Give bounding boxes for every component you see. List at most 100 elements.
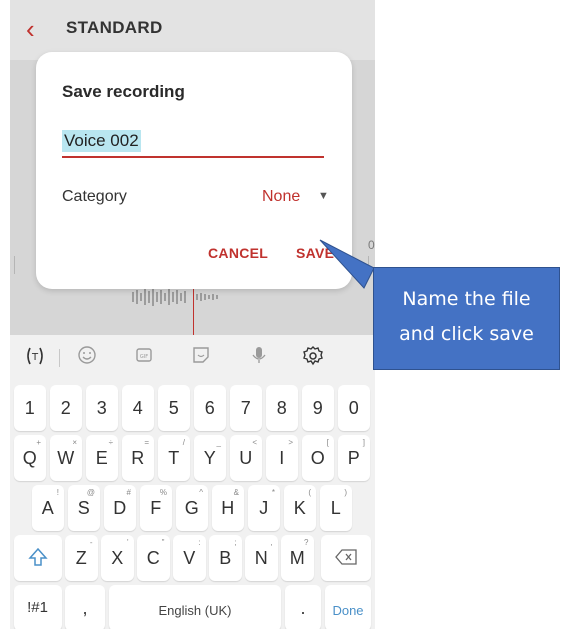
key-label: 9 xyxy=(312,398,323,418)
key-label: J xyxy=(259,498,269,518)
key-5[interactable]: 5 xyxy=(157,385,190,431)
key-alt-label: ' xyxy=(126,538,129,547)
cancel-button[interactable]: CANCEL xyxy=(208,245,268,261)
key-alt-label: ? xyxy=(304,538,309,547)
key-v[interactable]: V: xyxy=(173,535,206,581)
key-8[interactable]: 8 xyxy=(265,385,298,431)
microphone-icon[interactable] xyxy=(246,345,272,371)
emoji-icon[interactable] xyxy=(74,345,100,371)
key-j[interactable]: J * xyxy=(247,485,280,531)
key-4[interactable]: 4 xyxy=(121,385,154,431)
key-label: English (UK) xyxy=(158,603,232,618)
key-label: C xyxy=(146,548,160,568)
key-alt-label: < xyxy=(252,438,257,447)
key-alt-label: ] xyxy=(362,438,365,447)
gear-icon[interactable] xyxy=(300,345,326,371)
key-x[interactable]: X ' xyxy=(101,535,134,581)
key-3[interactable]: 3 xyxy=(85,385,118,431)
page-title: STANDARD xyxy=(66,18,163,37)
key-z[interactable]: Z- xyxy=(65,535,98,581)
chevron-left-icon[interactable]: ‹ xyxy=(26,14,48,44)
key-0[interactable]: 0 xyxy=(337,385,370,431)
sticker-icon[interactable] xyxy=(188,345,214,371)
key-alt-label: ^ xyxy=(199,488,203,497)
text-tool-icon[interactable]: T xyxy=(22,345,48,371)
key-label: N xyxy=(254,548,268,568)
key-r[interactable]: R = xyxy=(121,435,154,481)
key-1[interactable]: 1 xyxy=(13,385,46,431)
filename-input[interactable]: Voice 002 xyxy=(62,128,324,158)
key-i[interactable]: I > xyxy=(265,435,298,481)
key-e[interactable]: E ÷ xyxy=(85,435,118,481)
key-w[interactable]: W × xyxy=(49,435,82,481)
shift-key[interactable] xyxy=(13,535,62,581)
key-alt-label: ) xyxy=(344,488,347,497)
key-label: 4 xyxy=(132,398,143,418)
key-label xyxy=(14,547,62,574)
key-label xyxy=(321,549,371,572)
key-label: O xyxy=(310,448,325,468)
key-2[interactable]: 2 xyxy=(49,385,82,431)
key-alt-label: ( xyxy=(308,488,311,497)
done-key[interactable]: Done xyxy=(325,585,371,629)
key-m[interactable]: M? xyxy=(281,535,314,581)
key-y[interactable]: Y _ xyxy=(193,435,226,481)
key-alt-label: @ xyxy=(86,488,95,497)
shift-icon xyxy=(27,547,48,566)
key-label: D xyxy=(113,498,127,518)
comma-key[interactable]: , xyxy=(65,585,105,629)
key-o[interactable]: O[ xyxy=(301,435,334,481)
key-alt-label: > xyxy=(288,438,293,447)
key-alt-label: & xyxy=(233,488,239,497)
key-a[interactable]: A! xyxy=(31,485,64,531)
key-9[interactable]: 9 xyxy=(301,385,334,431)
key-d[interactable]: D # xyxy=(103,485,136,531)
space-key[interactable]: English (UK) xyxy=(109,585,281,629)
key-label: H xyxy=(221,498,235,518)
key-7[interactable]: 7 xyxy=(229,385,262,431)
key-k[interactable]: K( xyxy=(283,485,316,531)
key-s[interactable]: S @ xyxy=(67,485,100,531)
key-label: K xyxy=(293,498,306,518)
dropdown-arrow-icon[interactable]: ▼ xyxy=(318,190,329,202)
key-h[interactable]: H & xyxy=(211,485,244,531)
key-label: 5 xyxy=(168,398,179,418)
svg-text:T: T xyxy=(31,352,39,363)
period-key[interactable]: . xyxy=(285,585,321,629)
key-alt-label: , xyxy=(270,538,273,547)
key-label: V xyxy=(183,548,196,568)
key-q[interactable]: Q + xyxy=(13,435,46,481)
key-t[interactable]: T / xyxy=(157,435,190,481)
key-alt-label: % xyxy=(159,488,167,497)
key-c[interactable]: C " xyxy=(137,535,170,581)
key-b[interactable]: B; xyxy=(209,535,242,581)
key-l[interactable]: L) xyxy=(319,485,352,531)
key-alt-label: " xyxy=(161,538,165,547)
key-label: A xyxy=(41,498,54,518)
backspace-icon xyxy=(335,549,357,565)
category-dropdown[interactable]: None xyxy=(262,188,300,206)
key-p[interactable]: P] xyxy=(337,435,370,481)
key-label: !#1 xyxy=(27,599,48,616)
key-n[interactable]: N, xyxy=(245,535,278,581)
backspace-key[interactable] xyxy=(321,535,371,581)
key-label: 1 xyxy=(24,398,35,418)
key-alt-label: × xyxy=(72,438,77,447)
key-6[interactable]: 6 xyxy=(193,385,226,431)
key-label: B xyxy=(219,548,232,568)
symbols-key[interactable]: !#1 xyxy=(13,585,62,629)
gif-icon[interactable]: GIF xyxy=(131,345,157,371)
callout-line-2: and click save xyxy=(399,323,534,345)
key-label: 3 xyxy=(96,398,107,418)
key-label: U xyxy=(239,448,253,468)
key-label: R xyxy=(131,448,145,468)
key-label: Y xyxy=(203,448,216,468)
filename-value[interactable]: Voice 002 xyxy=(62,130,141,152)
key-g[interactable]: G ^ xyxy=(175,485,208,531)
key-f[interactable]: F% xyxy=(139,485,172,531)
key-label: 0 xyxy=(348,398,359,418)
key-label: 7 xyxy=(240,398,251,418)
key-u[interactable]: U < xyxy=(229,435,262,481)
key-alt-label: ; xyxy=(234,538,237,547)
svg-text:GIF: GIF xyxy=(140,354,148,360)
